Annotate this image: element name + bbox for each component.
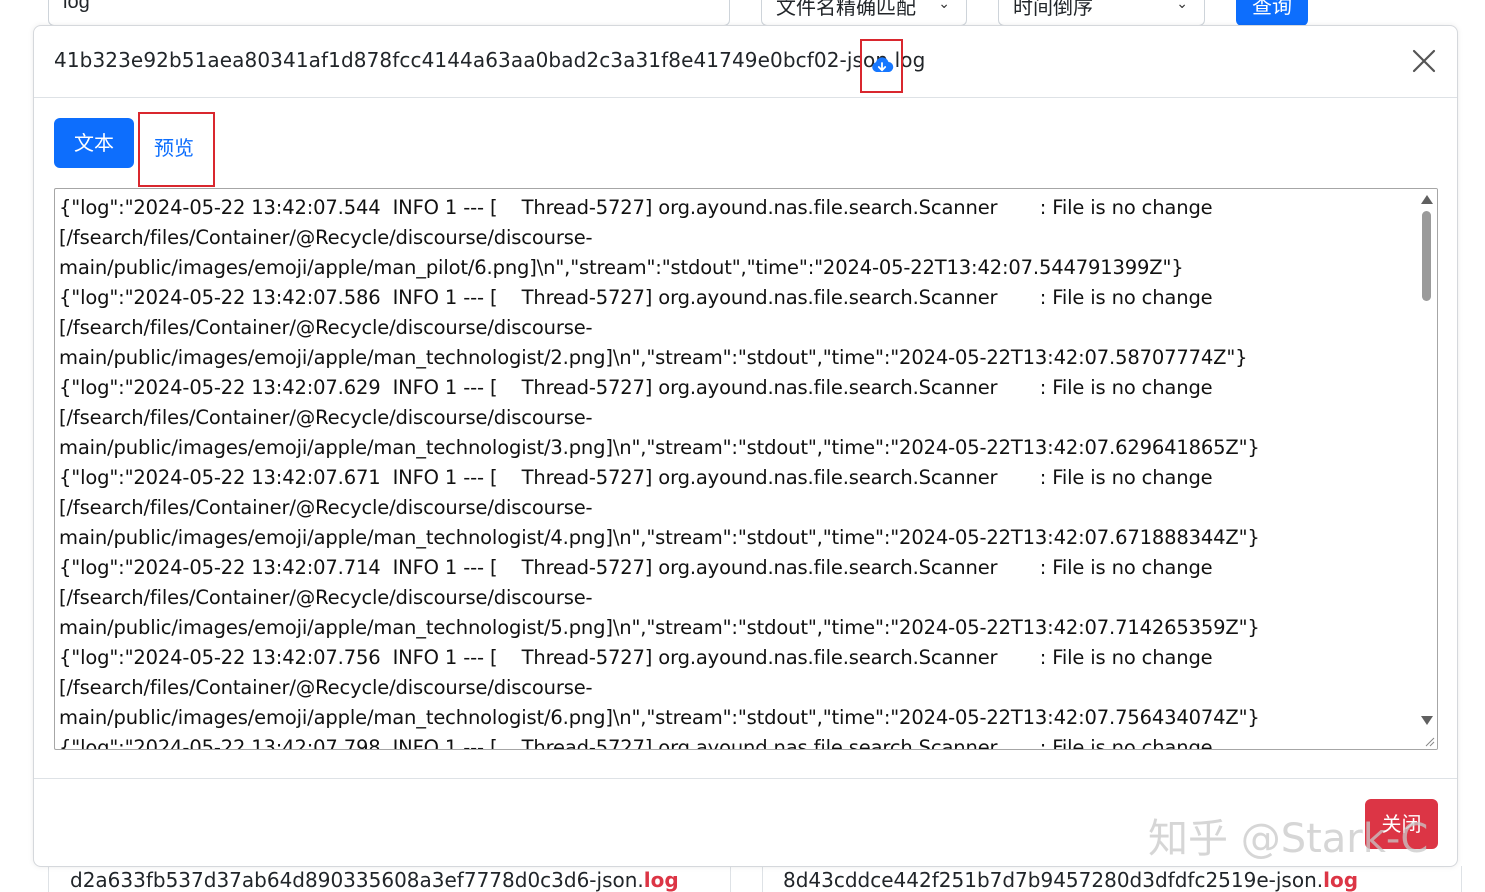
file-card-ext: log <box>643 868 679 892</box>
log-line: [/fsearch/files/Container/@Recycle/disco… <box>59 406 593 429</box>
chevron-down-icon: ⌄ <box>1176 0 1188 11</box>
log-line: main/public/images/emoji/apple/man_techn… <box>59 526 1260 549</box>
modal-title: 41b323e92b51aea80341af1d878fcc4144a63aa0… <box>54 48 926 72</box>
scroll-thumb[interactable] <box>1422 211 1431 301</box>
file-card[interactable]: d2a633fb537d37ab64d890335608a3ef7778d0c3… <box>48 866 731 892</box>
log-line: {"log":"2024-05-22 13:42:07.544 INFO 1 -… <box>59 196 1213 219</box>
log-line: {"log":"2024-05-22 13:42:07.671 INFO 1 -… <box>59 466 1213 489</box>
file-card-name: d2a633fb537d37ab64d890335608a3ef7778d0c3… <box>70 868 644 892</box>
log-line: main/public/images/emoji/apple/man_techn… <box>59 436 1260 459</box>
log-line: [/fsearch/files/Container/@Recycle/disco… <box>59 316 593 339</box>
log-line: [/fsearch/files/Container/@Recycle/disco… <box>59 226 593 249</box>
log-line: {"log":"2024-05-22 13:42:07.586 INFO 1 -… <box>59 286 1213 309</box>
download-highlight[interactable] <box>860 39 903 93</box>
log-line: [/fsearch/files/Container/@Recycle/disco… <box>59 676 593 699</box>
scroll-up-arrow-icon[interactable] <box>1421 195 1433 204</box>
log-line: {"log":"2024-05-22 13:42:07.714 INFO 1 -… <box>59 556 1213 579</box>
modal-footer: 关闭 <box>34 778 1457 868</box>
close-icon[interactable] <box>1409 46 1439 76</box>
log-line: [/fsearch/files/Container/@Recycle/disco… <box>59 586 593 609</box>
scroll-down-arrow-icon[interactable] <box>1421 716 1433 725</box>
close-button[interactable]: 关闭 <box>1365 799 1438 849</box>
chevron-down-icon: ⌄ <box>938 0 950 11</box>
file-card[interactable]: 8d43cddce442f251b7d7b9457280d3dfdfc2519e… <box>762 866 1462 892</box>
file-card-name: 8d43cddce442f251b7d7b9457280d3dfdfc2519e… <box>783 868 1324 892</box>
log-line: main/public/images/emoji/apple/man_techn… <box>59 706 1260 729</box>
log-textarea[interactable]: {"log":"2024-05-22 13:42:07.544 INFO 1 -… <box>54 188 1438 750</box>
tab-preview[interactable]: 预览 <box>154 132 194 161</box>
file-preview-modal: 41b323e92b51aea80341af1d878fcc4144a63aa0… <box>33 25 1458 867</box>
modal-header: 41b323e92b51aea80341af1d878fcc4144a63aa0… <box>34 26 1457 98</box>
log-line: main/public/images/emoji/apple/man_pilot… <box>59 256 1184 279</box>
log-line: main/public/images/emoji/apple/man_techn… <box>59 346 1248 369</box>
sort-select[interactable]: 时间倒序 ⌄ <box>998 0 1205 26</box>
match-mode-select-label: 文件名精确匹配 <box>776 0 916 19</box>
log-line: {"log":"2024-05-22 13:42:07.756 INFO 1 -… <box>59 646 1213 669</box>
sort-select-label: 时间倒序 <box>1013 0 1093 19</box>
match-mode-select[interactable]: 文件名精确匹配 ⌄ <box>761 0 967 26</box>
query-button[interactable]: 查询 <box>1236 0 1308 26</box>
modal-body: 文本 预览 {"log":"2024-05-22 13:42:07.544 IN… <box>34 98 1457 778</box>
tab-text[interactable]: 文本 <box>54 118 134 168</box>
search-input[interactable]: log <box>48 0 730 26</box>
log-line: main/public/images/emoji/apple/man_techn… <box>59 616 1260 639</box>
file-card-ext: log <box>1323 868 1359 892</box>
log-content: {"log":"2024-05-22 13:42:07.544 INFO 1 -… <box>59 193 1413 750</box>
scrollbar[interactable] <box>1417 189 1437 749</box>
log-line: {"log":"2024-05-22 13:42:07.629 INFO 1 -… <box>59 376 1213 399</box>
resize-grip-icon[interactable] <box>1423 735 1435 747</box>
log-line: {"log":"2024-05-22 13:42:07.798 INFO 1 -… <box>59 736 1213 750</box>
tab-preview-highlight[interactable]: 预览 <box>138 112 215 187</box>
cloud-download-icon[interactable] <box>870 54 894 78</box>
log-line: [/fsearch/files/Container/@Recycle/disco… <box>59 496 593 519</box>
